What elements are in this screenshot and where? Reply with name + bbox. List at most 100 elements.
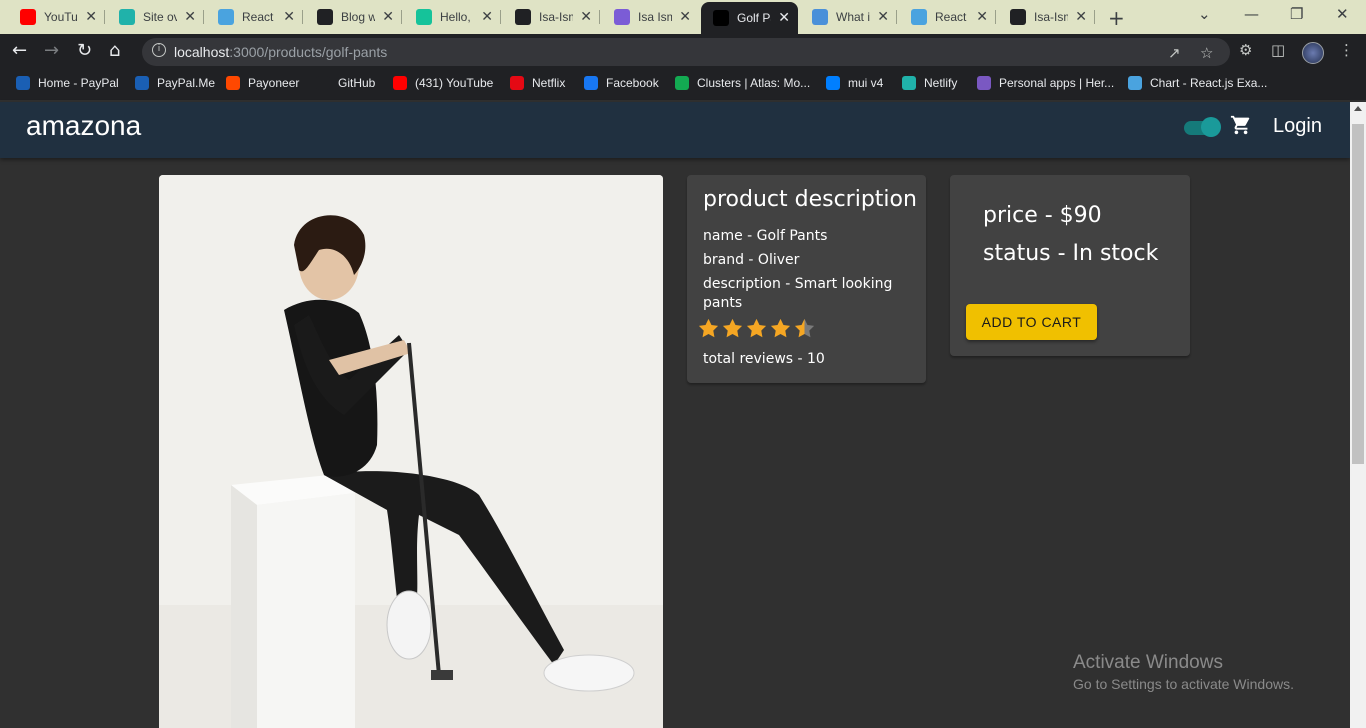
bookmark-label: PayPal.Me [157, 76, 216, 90]
close-tab-icon[interactable]: ✕ [679, 8, 691, 25]
bookmark-star-icon[interactable]: ☆ [1200, 44, 1213, 62]
tab-1[interactable]: Site overview ✕ [107, 4, 204, 30]
activation-title: Activate Windows [1073, 652, 1223, 673]
description-heading: product description [703, 187, 917, 212]
tab-title: Isa Ismail [638, 10, 672, 24]
tab-separator [500, 10, 501, 24]
back-icon[interactable]: ← [12, 40, 27, 61]
add-to-cart-button[interactable]: ADD TO CART [966, 304, 1097, 340]
page-scrollbar[interactable] [1350, 102, 1366, 728]
tab-0[interactable]: YouTube ✕ [8, 4, 105, 30]
youtube-icon [393, 76, 407, 90]
tab-10[interactable]: Isa-Ismail ✕ [998, 4, 1095, 30]
cart-icon[interactable] [1230, 114, 1252, 136]
tab-separator [401, 10, 402, 24]
tab-8[interactable]: What is ✕ [800, 4, 897, 30]
close-tab-icon[interactable]: ✕ [580, 8, 592, 25]
close-tab-icon[interactable]: ✕ [481, 8, 493, 25]
scroll-up-icon[interactable] [1354, 106, 1362, 111]
reload-icon[interactable]: ↻ [77, 40, 92, 61]
tab-title: React App [242, 10, 276, 24]
side-panel-icon[interactable]: ◫ [1271, 41, 1285, 59]
tab-9[interactable]: React App ✕ [899, 4, 996, 30]
close-tab-icon[interactable]: ✕ [85, 8, 97, 25]
menu-kebab-icon[interactable]: ⋮ [1339, 41, 1354, 59]
close-window-icon[interactable]: ✕ [1336, 5, 1349, 23]
tab-separator [302, 10, 303, 24]
total-reviews: total reviews - 10 [703, 351, 825, 367]
close-tab-icon[interactable]: ✕ [976, 8, 988, 25]
dark-mode-toggle[interactable] [1182, 117, 1222, 137]
book-icon [812, 9, 828, 25]
product-brand: brand - Oliver [703, 252, 800, 268]
tab-title: YouTube [44, 10, 78, 24]
github-icon [1010, 9, 1026, 25]
product-name: name - Golf Pants [703, 228, 828, 244]
close-tab-icon[interactable]: ✕ [877, 8, 889, 25]
profile-avatar[interactable] [1302, 42, 1324, 64]
bookmark-item[interactable]: Netflix [510, 76, 565, 90]
browser-toolbar: ← → ↻ ⌂ i localhost:3000/products/golf-p… [0, 34, 1366, 70]
home-icon[interactable]: ⌂ [109, 40, 120, 61]
close-tab-icon[interactable]: ✕ [283, 8, 295, 25]
bookmarks-bar: Home - PayPal PayPal.Me Payoneer GitHub (431… [0, 70, 1366, 100]
extensions-icon[interactable]: ⚙ [1239, 41, 1252, 59]
activation-subtitle: Go to Settings to activate Windows. [1073, 676, 1294, 692]
close-tab-icon[interactable]: ✕ [184, 8, 196, 25]
tab-search-icon[interactable]: ⌄ [1198, 5, 1211, 23]
close-tab-icon[interactable]: ✕ [778, 9, 790, 26]
brand-logo[interactable]: amazona [26, 110, 141, 142]
close-tab-icon[interactable]: ✕ [382, 8, 394, 25]
bookmark-item[interactable]: Clusters | Atlas: Mo... [675, 76, 810, 90]
scroll-thumb[interactable] [1352, 124, 1364, 464]
toggle-thumb [1201, 117, 1221, 137]
facebook-icon [584, 76, 598, 90]
tab-2[interactable]: React App ✕ [206, 4, 303, 30]
mui-icon [826, 76, 840, 90]
bookmark-item[interactable]: Facebook [584, 76, 659, 90]
product-price: price - $90 [983, 203, 1102, 228]
bookmark-label: (431) YouTube [415, 76, 494, 90]
minimize-icon[interactable]: — [1244, 5, 1259, 23]
product-image [159, 175, 663, 728]
url-text[interactable]: localhost:3000/products/golf-pants [174, 44, 387, 60]
product-description: description - Smart looking pants [703, 276, 893, 311]
price-card: price - $90 status - In stock ADD TO CAR… [950, 175, 1190, 356]
tab-5[interactable]: Isa-Ismail ✕ [503, 4, 600, 30]
bookmark-item[interactable]: (431) YouTube [393, 76, 493, 90]
login-link[interactable]: Login [1273, 115, 1322, 138]
tab-title: What is [836, 10, 870, 24]
address-bar[interactable]: i localhost:3000/products/golf-pants ↗ ☆ [142, 38, 1230, 66]
tab-6[interactable]: Isa Ismail ✕ [602, 4, 699, 30]
tab-4[interactable]: Hello, ✕ [404, 4, 501, 30]
bookmark-item[interactable]: Chart - React.js Exa... [1128, 76, 1267, 90]
site-info-icon[interactable]: i [152, 43, 166, 57]
share-icon[interactable]: ↗ [1168, 44, 1181, 62]
close-tab-icon[interactable]: ✕ [1075, 8, 1087, 25]
tab-7[interactable]: Golf Pants ✕ [701, 2, 798, 34]
tab-title: Hello, [440, 10, 471, 24]
bookmark-item[interactable]: GitHub [316, 76, 375, 90]
bookmark-label: Chart - React.js Exa... [1150, 76, 1268, 90]
forward-icon[interactable]: → [44, 40, 59, 61]
bookmark-label: GitHub [338, 76, 376, 90]
netlify-icon [902, 76, 916, 90]
bookmark-item[interactable]: Payoneer [226, 76, 299, 90]
restore-icon[interactable]: ❐ [1290, 5, 1303, 23]
new-tab-icon[interactable]: + [1108, 6, 1125, 30]
bookmark-item[interactable]: Netlify [902, 76, 957, 90]
react-icon [218, 9, 234, 25]
tab-title: Isa-Ismail [1034, 10, 1068, 24]
bookmark-label: mui v4 [848, 76, 884, 90]
star-icon [794, 318, 815, 338]
tab-separator [896, 10, 897, 24]
app-header: amazona Login [0, 102, 1350, 158]
bookmark-item[interactable]: Home - PayPal [16, 76, 119, 90]
bookmark-item[interactable]: Personal apps | Her... [977, 76, 1114, 90]
bookmark-label: Facebook [606, 76, 659, 90]
tab-3[interactable]: Blog website ✕ [305, 4, 402, 30]
bookmark-label: Netflix [532, 76, 566, 90]
bookmark-item[interactable]: PayPal.Me [135, 76, 215, 90]
bookmark-item[interactable]: mui v4 [826, 76, 883, 90]
star-icon [722, 318, 743, 338]
